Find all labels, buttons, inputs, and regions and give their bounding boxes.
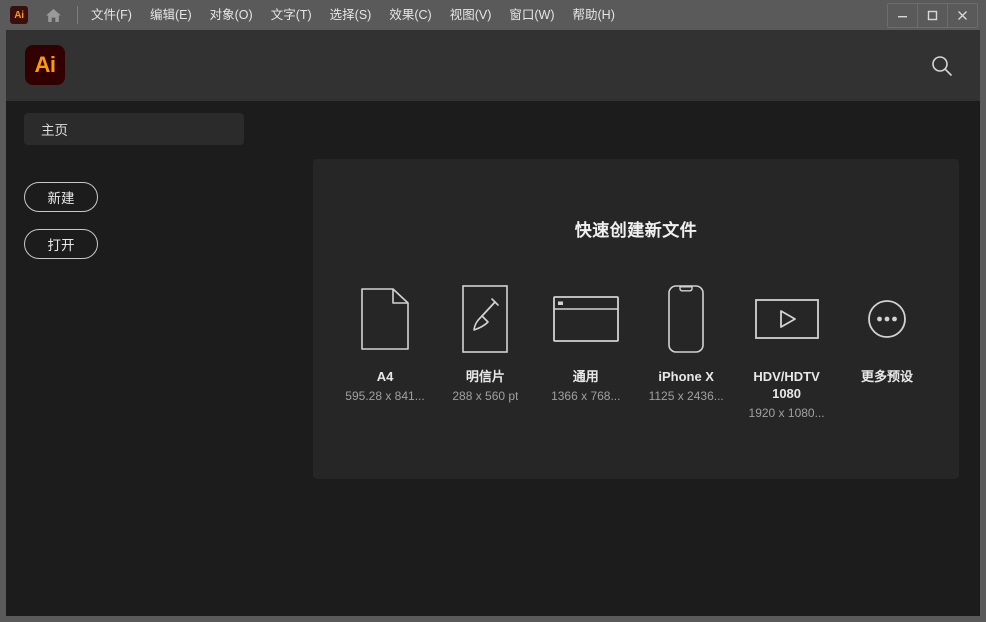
menu-item-window[interactable]: 窗口(W) — [500, 5, 563, 26]
preset-dimensions: 1920 x 1080... — [749, 406, 825, 420]
search-icon — [929, 53, 955, 79]
titlebar-app-logo-text: Ai — [14, 10, 23, 21]
minimize-icon — [897, 10, 908, 21]
menu-item-file[interactable]: 文件(F) — [82, 5, 141, 26]
preset-dimensions: 1125 x 2436... — [649, 389, 724, 403]
preset-name: HDV/HDTV 1080 — [739, 368, 835, 402]
app-header: Ai — [6, 30, 980, 101]
titlebar-separator — [77, 6, 78, 24]
browser-window-icon — [553, 296, 619, 342]
preset-card-more[interactable]: 更多预设 — [839, 283, 935, 420]
titlebar-app-logo: Ai — [10, 6, 28, 24]
preset-dimensions: 595.28 x 841... — [345, 389, 424, 403]
preset-dimensions: 288 x 560 pt — [452, 389, 518, 403]
app-body: 主页 新建 打开 快速创建新文件 — [6, 101, 980, 616]
preset-list: A4 595.28 x 841... — [313, 283, 959, 420]
ellipsis-circle-icon — [867, 299, 907, 339]
preset-card-a4[interactable]: A4 595.28 x 841... — [337, 283, 433, 420]
preset-card-hdtv[interactable]: HDV/HDTV 1080 1920 x 1080... — [739, 283, 835, 420]
preset-name: iPhone X — [658, 368, 714, 385]
app-logo-text: Ai — [35, 52, 56, 78]
preset-card-iphonex[interactable]: iPhone X 1125 x 2436... — [638, 283, 734, 420]
preset-card-postcard[interactable]: 明信片 288 x 560 pt — [437, 283, 533, 420]
preset-icon-wrap — [668, 283, 704, 355]
maximize-button[interactable] — [918, 4, 948, 27]
new-file-button[interactable]: 新建 — [24, 182, 98, 212]
illustrator-window: Ai 文件(F) 编辑(E) 对象(O) 文字(T) 选择(S) 效果(C) 视… — [0, 0, 986, 622]
sidebar: 主页 新建 打开 — [6, 101, 306, 616]
menu-bar: 文件(F) 编辑(E) 对象(O) 文字(T) 选择(S) 效果(C) 视图(V… — [82, 0, 624, 30]
panel-title: 快速创建新文件 — [313, 216, 959, 241]
menu-item-edit[interactable]: 编辑(E) — [141, 5, 201, 26]
open-file-button[interactable]: 打开 — [24, 229, 98, 259]
preset-card-web[interactable]: 通用 1366 x 768... — [538, 283, 634, 420]
home-icon — [45, 8, 62, 23]
close-button[interactable] — [948, 4, 977, 27]
mobile-phone-icon — [668, 285, 704, 353]
preset-name: 明信片 — [466, 368, 505, 385]
document-page-icon — [361, 288, 409, 350]
app-logo: Ai — [25, 45, 65, 85]
sidebar-item-home-label: 主页 — [41, 119, 68, 139]
preset-icon-wrap — [361, 283, 409, 355]
close-icon — [957, 10, 968, 21]
preset-icon-wrap — [462, 283, 508, 355]
sidebar-item-home[interactable]: 主页 — [24, 113, 244, 145]
preset-name: A4 — [377, 368, 394, 385]
menu-item-view[interactable]: 视图(V) — [441, 5, 501, 26]
menu-item-type[interactable]: 文字(T) — [262, 5, 321, 26]
quick-create-panel: 快速创建新文件 A4 595.28 x 841... — [313, 159, 959, 479]
menu-item-object[interactable]: 对象(O) — [201, 5, 262, 26]
search-button[interactable] — [928, 52, 956, 80]
maximize-icon — [927, 10, 938, 21]
menu-item-select[interactable]: 选择(S) — [321, 5, 381, 26]
preset-name: 通用 — [573, 368, 599, 385]
home-button[interactable] — [42, 4, 64, 26]
menu-item-effect[interactable]: 效果(C) — [380, 5, 440, 26]
preset-dimensions: 1366 x 768... — [551, 389, 620, 403]
video-play-icon — [755, 299, 819, 339]
menu-item-help[interactable]: 帮助(H) — [564, 5, 624, 26]
paintbrush-canvas-icon — [462, 285, 508, 353]
preset-icon-wrap — [755, 283, 819, 355]
window-controls — [887, 3, 978, 28]
title-bar: Ai 文件(F) 编辑(E) 对象(O) 文字(T) 选择(S) 效果(C) 视… — [0, 0, 986, 30]
app-region: Ai 主页 新建 打开 快速创建新文件 — [6, 30, 980, 616]
preset-icon-wrap — [867, 283, 907, 355]
preset-name: 更多预设 — [861, 368, 913, 385]
preset-icon-wrap — [553, 283, 619, 355]
minimize-button[interactable] — [888, 4, 918, 27]
